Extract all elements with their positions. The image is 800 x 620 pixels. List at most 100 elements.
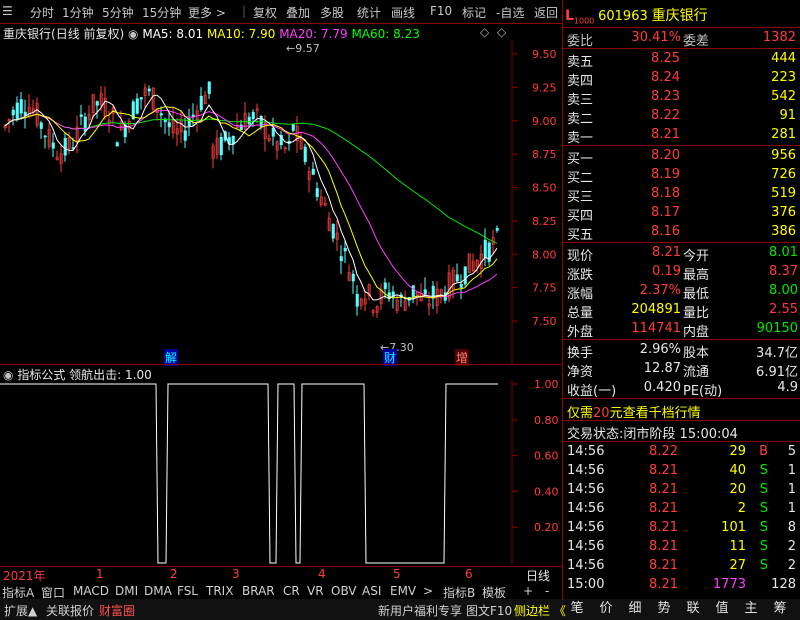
candle-body (15, 102, 19, 119)
tab-dmi[interactable]: DMI (115, 584, 138, 598)
new-user-promo-link[interactable]: 新用户福利专享 (378, 602, 462, 619)
tab-vr[interactable]: VR (307, 584, 324, 598)
date-axis: 2021年 1 2 3 4 5 6 日线 (0, 567, 562, 584)
promo-text: 仅需20元查看千档行情 (567, 406, 701, 421)
tab-trix[interactable]: TRIX (206, 584, 233, 598)
mark-button[interactable]: 标记 (462, 4, 486, 21)
diamond-icon[interactable]: ◇ (497, 25, 506, 39)
divider (0, 23, 562, 24)
multi-stock-button[interactable]: 多股 (320, 4, 344, 21)
tab-emv[interactable]: EMV (390, 584, 416, 598)
zoom-in-button[interactable]: + (523, 584, 533, 598)
related-quotes-button[interactable]: 关联报价 (46, 602, 94, 619)
overlay-button[interactable]: 叠加 (286, 4, 310, 21)
tab-cr[interactable]: CR (283, 584, 300, 598)
promo-highlight: 20 (593, 406, 610, 421)
stats-button[interactable]: 统计 (357, 4, 381, 21)
tab-trend[interactable]: 势 (650, 599, 678, 619)
back-button[interactable]: 返回 (534, 4, 558, 21)
stat-value: 114741 (631, 321, 681, 336)
stat-value: 8.37 (769, 264, 798, 279)
trade-time: 14:56 (567, 444, 605, 459)
bid-level-label: 买三 (567, 190, 594, 205)
tab-price[interactable]: 价 (592, 599, 620, 619)
header-dropdown-icon[interactable]: ◉ (128, 27, 138, 41)
ask-level-price[interactable]: 8.23 (612, 89, 680, 104)
stat-label: 换手 (567, 346, 594, 361)
chart-mode: (日线 前复权) (51, 27, 125, 41)
stat-value: 2.96% (639, 342, 681, 357)
wealth-circle-button[interactable]: 财富圈 (99, 602, 135, 619)
bid-level-price[interactable]: 8.18 (612, 186, 680, 201)
f10-button[interactable]: F10 (430, 4, 452, 18)
tab-trades[interactable]: 笔 (563, 599, 591, 619)
tab-1min[interactable]: 1分钟 (62, 4, 94, 21)
indicator-axis-ticks: 1.00 0.80 0.60 0.40 0.20 (512, 380, 559, 534)
stat-label: 最高 (683, 268, 710, 283)
candle-body (115, 142, 119, 147)
ask-level-price[interactable]: 8.21 (612, 127, 680, 142)
indicator-tick-label: 0.40 (534, 485, 559, 498)
candle-body (199, 95, 203, 110)
trade-time: 14:56 (567, 520, 605, 535)
month-label: 5 (393, 567, 401, 581)
divider (563, 420, 800, 421)
tab-asi[interactable]: ASI (362, 584, 381, 598)
tab-fenshi[interactable]: 分时 (30, 4, 54, 21)
divider (563, 48, 800, 49)
ask-level-volume: 91 (779, 108, 796, 123)
tab-brar[interactable]: BRAR (242, 584, 275, 598)
tab-main[interactable]: 主 (737, 599, 765, 619)
price-tick-label: 9.00 (532, 115, 557, 128)
price-tick-label: 7.75 (532, 282, 557, 295)
expand-button[interactable]: 扩展▲ (4, 602, 37, 619)
ma10-line (4, 106, 498, 300)
month-label: 2 (170, 567, 178, 581)
ask-level-price[interactable]: 8.25 (612, 51, 680, 66)
tab-15min[interactable]: 15分钟 (142, 4, 181, 21)
tab-5min[interactable]: 5分钟 (102, 4, 134, 21)
zoom-out-button[interactable]: - (545, 584, 549, 598)
ask-level-price[interactable]: 8.22 (612, 108, 680, 123)
price-chart[interactable]: 9.50 9.25 9.00 8.75 8.50 8.25 8.00 7.75 7.50 (0, 40, 562, 365)
bid-level-price[interactable]: 8.20 (612, 148, 680, 163)
stat-label: 内盘 (683, 325, 710, 340)
candle-body (411, 285, 415, 297)
tab-dma[interactable]: DMA (144, 584, 172, 598)
period-label[interactable]: 日线 (526, 567, 550, 584)
stat-label: 净资 (567, 365, 594, 380)
tab-obv[interactable]: OBV (331, 584, 357, 598)
tab-chips[interactable]: 筹 (766, 599, 794, 619)
stat-value: 204891 (631, 302, 681, 317)
candle-body (51, 142, 55, 149)
tab-linked[interactable]: 联 (679, 599, 707, 619)
menu-lines-icon[interactable]: ☰ (2, 4, 13, 18)
tab-fsl[interactable]: FSL (177, 584, 198, 598)
candle-body (271, 127, 275, 137)
weicha-value: 1382 (762, 30, 796, 45)
tab-value[interactable]: 值 (708, 599, 736, 619)
ma10-label: MA10: 7.90 (206, 27, 276, 41)
tab-macd[interactable]: MACD (73, 584, 109, 598)
ask-level-price[interactable]: 8.24 (612, 70, 680, 85)
tabs-scroll-right-icon[interactable]: > (423, 584, 433, 598)
diamond-icon[interactable]: ◇ (480, 25, 489, 39)
tab-detail[interactable]: 细 (621, 599, 649, 619)
bid-level-volume: 376 (771, 205, 796, 220)
trade-price: 8.21 (649, 520, 678, 535)
trade-volume: 20 (729, 482, 746, 497)
sidebar-toggle-button[interactable]: 侧边栏 《 (514, 602, 566, 619)
f10-text-button[interactable]: 图文F10 (466, 602, 512, 619)
fuquan-button[interactable]: 复权 (253, 4, 277, 21)
stat-value: 0.19 (652, 264, 681, 279)
bid-level-price[interactable]: 8.19 (612, 167, 680, 182)
bid-level-price[interactable]: 8.16 (612, 224, 680, 239)
indicator-chart[interactable]: 1.00 0.80 0.60 0.40 0.20 (0, 380, 562, 565)
quote-header: L1000 601963 重庆银行 (565, 5, 708, 25)
draw-line-button[interactable]: 画线 (391, 4, 415, 21)
tab-more[interactable]: 更多 > (188, 4, 226, 21)
bid-level-price[interactable]: 8.17 (612, 205, 680, 220)
ma60-line (4, 113, 498, 244)
promo-link[interactable]: 仅需20元查看千档行情 (567, 402, 701, 421)
add-watchlist-button[interactable]: -自选 (496, 4, 524, 21)
